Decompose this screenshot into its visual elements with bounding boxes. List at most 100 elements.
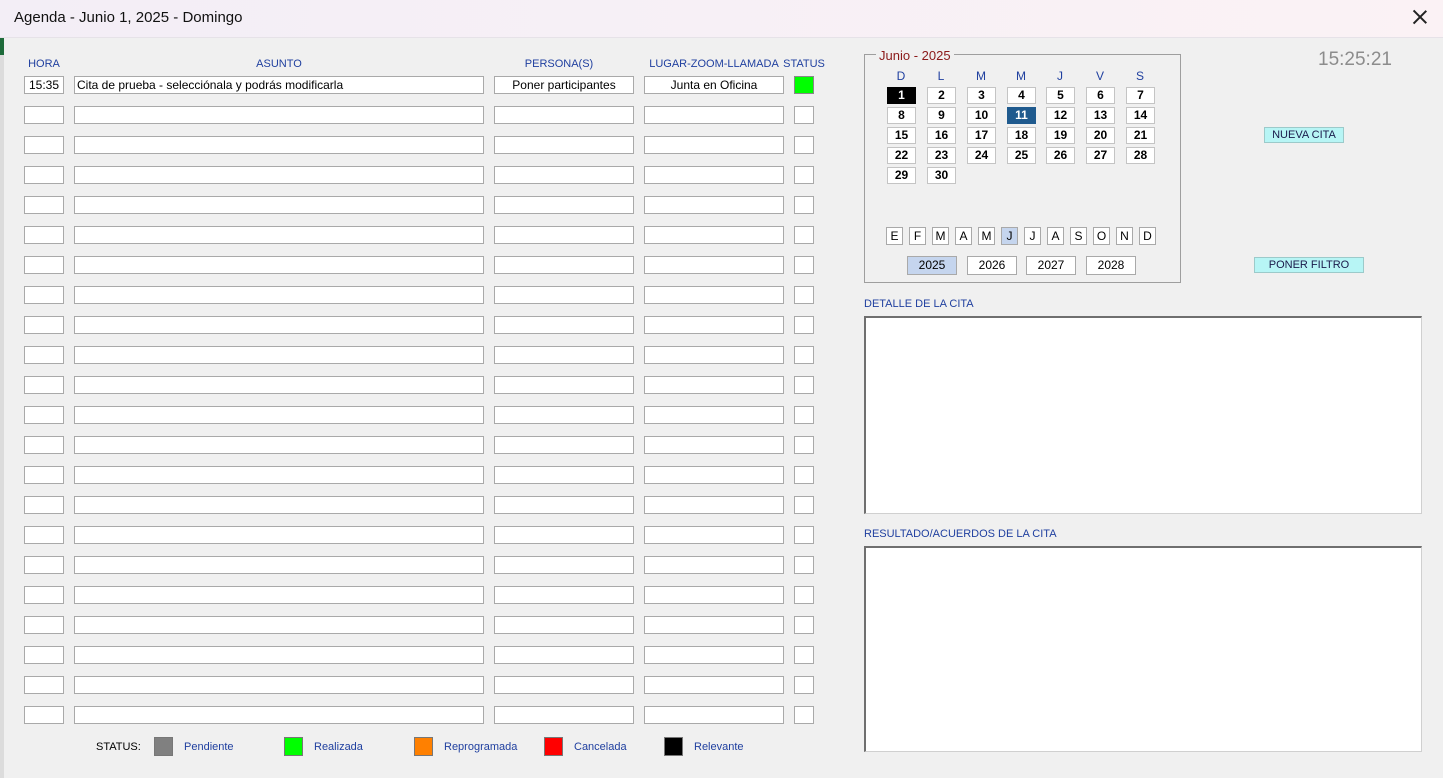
personas-input[interactable] [494,436,634,454]
lugar-input[interactable] [644,376,784,394]
asunto-input[interactable] [74,616,484,634]
hora-input[interactable] [24,496,64,514]
lugar-input[interactable] [644,406,784,424]
personas-input[interactable] [494,376,634,394]
lugar-input[interactable] [644,496,784,514]
calendar-day[interactable]: 24 [967,147,996,164]
personas-input[interactable] [494,106,634,124]
month-button[interactable]: E [886,227,903,245]
calendar-day[interactable]: 21 [1126,127,1155,144]
calendar-day[interactable]: 17 [967,127,996,144]
month-button[interactable]: S [1070,227,1087,245]
calendar-day[interactable]: 28 [1126,147,1155,164]
asunto-input[interactable] [74,646,484,664]
hora-input[interactable] [24,106,64,124]
lugar-input[interactable] [644,526,784,544]
personas-input[interactable] [494,346,634,364]
year-button[interactable]: 2028 [1086,256,1136,275]
asunto-input[interactable] [74,526,484,544]
status-cell[interactable] [794,616,814,634]
calendar-day[interactable]: 5 [1046,87,1075,104]
month-button[interactable]: O [1093,227,1110,245]
lugar-input[interactable] [644,286,784,304]
status-cell[interactable] [794,346,814,364]
personas-input[interactable] [494,586,634,604]
calendar-day[interactable]: 20 [1086,127,1115,144]
lugar-input[interactable] [644,616,784,634]
personas-input[interactable] [494,496,634,514]
month-button[interactable]: F [909,227,926,245]
lugar-input[interactable] [644,706,784,724]
lugar-input[interactable] [644,556,784,574]
calendar-day[interactable]: 14 [1126,107,1155,124]
status-cell[interactable] [794,556,814,574]
calendar-day[interactable]: 13 [1086,107,1115,124]
result-textarea[interactable] [864,546,1422,752]
calendar-day[interactable]: 25 [1007,147,1036,164]
asunto-input[interactable] [74,316,484,334]
month-button[interactable]: A [955,227,972,245]
calendar-day[interactable]: 2 [927,87,956,104]
nueva-cita-button[interactable]: NUEVA CITA [1264,127,1344,143]
status-cell[interactable] [794,136,814,154]
status-cell[interactable] [794,166,814,184]
calendar-day[interactable]: 8 [887,107,916,124]
lugar-input[interactable] [644,676,784,694]
status-cell[interactable] [794,256,814,274]
personas-input[interactable] [494,166,634,184]
status-cell[interactable] [794,106,814,124]
asunto-input[interactable] [74,256,484,274]
personas-input[interactable] [494,646,634,664]
hora-input[interactable] [24,196,64,214]
lugar-input[interactable] [644,256,784,274]
hora-input[interactable] [24,376,64,394]
status-cell[interactable] [794,706,814,724]
calendar-day[interactable]: 7 [1126,87,1155,104]
calendar-day[interactable]: 27 [1086,147,1115,164]
asunto-input[interactable] [74,136,484,154]
status-cell[interactable] [794,586,814,604]
asunto-input[interactable] [74,166,484,184]
poner-filtro-button[interactable]: PONER FILTRO [1254,257,1364,273]
month-button[interactable]: N [1116,227,1133,245]
hora-input[interactable] [24,166,64,184]
status-cell[interactable] [794,316,814,334]
asunto-input[interactable]: Cita de prueba - selecciónala y podrás m… [74,76,484,94]
calendar-day[interactable]: 30 [927,167,956,184]
lugar-input[interactable] [644,346,784,364]
month-button[interactable]: J [1001,227,1018,245]
hora-input[interactable] [24,616,64,634]
hora-input[interactable] [24,526,64,544]
asunto-input[interactable] [74,676,484,694]
calendar-day[interactable]: 9 [927,107,956,124]
asunto-input[interactable] [74,346,484,364]
calendar-day[interactable]: 19 [1046,127,1075,144]
status-cell[interactable] [794,226,814,244]
hora-input[interactable] [24,346,64,364]
calendar-day[interactable]: 18 [1007,127,1036,144]
month-button[interactable]: A [1047,227,1064,245]
personas-input[interactable] [494,316,634,334]
status-cell[interactable] [794,76,814,94]
personas-input[interactable] [494,226,634,244]
hora-input[interactable] [24,466,64,484]
hora-input[interactable]: 15:35 [24,76,64,94]
hora-input[interactable] [24,586,64,604]
hora-input[interactable] [24,706,64,724]
status-cell[interactable] [794,466,814,484]
month-button[interactable]: J [1024,227,1041,245]
asunto-input[interactable] [74,496,484,514]
asunto-input[interactable] [74,106,484,124]
year-button[interactable]: 2025 [907,256,957,275]
lugar-input[interactable] [644,466,784,484]
lugar-input[interactable] [644,136,784,154]
calendar-day[interactable]: 6 [1086,87,1115,104]
status-cell[interactable] [794,436,814,454]
calendar-day[interactable]: 16 [927,127,956,144]
asunto-input[interactable] [74,376,484,394]
hora-input[interactable] [24,256,64,274]
hora-input[interactable] [24,646,64,664]
personas-input[interactable] [494,466,634,484]
asunto-input[interactable] [74,226,484,244]
calendar-day[interactable]: 3 [967,87,996,104]
